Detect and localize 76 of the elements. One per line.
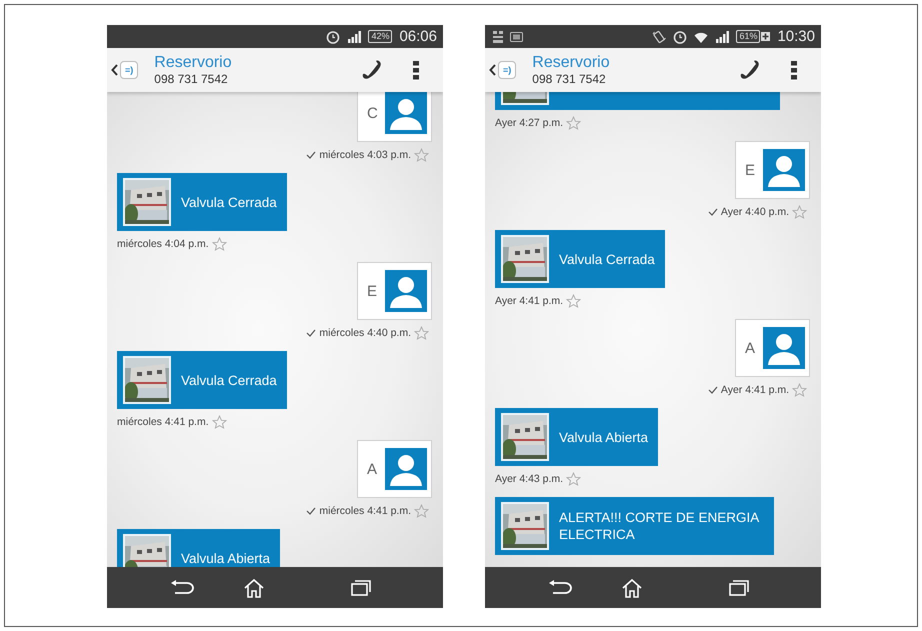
message-time: Ayer 4:41 p.m. xyxy=(495,295,564,307)
back-caret-icon[interactable] xyxy=(489,64,496,76)
contact-card[interactable]: C xyxy=(357,92,432,142)
message-bubble[interactable]: Valvula Abierta xyxy=(495,408,658,466)
contact-card[interactable]: A xyxy=(735,319,810,377)
contact-name: Reservorio xyxy=(154,54,233,72)
clock-time: 10:30 xyxy=(777,28,815,45)
message-bubble[interactable]: ALERTA!!! CORTE DE ENERGIA ELECTRICA xyxy=(495,497,774,555)
star-icon[interactable] xyxy=(792,383,807,397)
message-time: miércoles 4:41 p.m. xyxy=(319,505,411,517)
message-bubble[interactable]: Valvula Cerrada xyxy=(495,230,665,288)
phone-icon[interactable] xyxy=(739,60,761,80)
back-icon[interactable] xyxy=(169,580,195,596)
message-time: Ayer 4:43 p.m. xyxy=(495,473,564,485)
alarm-clock-icon xyxy=(326,30,340,44)
contact-initial: A xyxy=(367,460,378,478)
avatar-icon xyxy=(385,448,427,490)
keypad-icon xyxy=(493,30,503,42)
avatar-icon xyxy=(763,327,805,369)
signal-icon xyxy=(347,30,362,42)
alarm-clock-icon xyxy=(673,30,688,44)
contact-number: 098 731 7542 xyxy=(154,72,229,86)
clock-time: 06:06 xyxy=(399,28,437,45)
contact-number: 098 731 7542 xyxy=(532,72,607,86)
phone-icon[interactable] xyxy=(361,60,383,80)
contact-initial: C xyxy=(367,104,378,122)
back-caret-icon[interactable] xyxy=(111,64,118,76)
contact-card[interactable]: E xyxy=(735,141,810,199)
contact-initial: E xyxy=(745,162,756,178)
star-icon[interactable] xyxy=(414,504,429,518)
recent-apps-icon[interactable] xyxy=(351,580,371,596)
message-text: ALERTA!!! CORTE DE ENERGIA ELECTRICA xyxy=(559,509,760,543)
menu-icon[interactable] xyxy=(791,60,797,80)
vibrate-icon xyxy=(652,30,666,44)
message-text: Valvula Cerrada xyxy=(181,194,277,210)
home-icon[interactable] xyxy=(243,578,265,598)
message-time: Ayer 4:40 p.m. xyxy=(720,206,789,218)
avatar-icon xyxy=(763,149,805,191)
message-bubble[interactable]: Valvula Abierta xyxy=(117,529,280,567)
contact-initial: E xyxy=(367,282,378,300)
contact-name: Reservorio xyxy=(532,54,611,72)
battery-level: 42% xyxy=(368,30,392,43)
message-text: Valvula Cerrada xyxy=(559,250,655,268)
star-icon[interactable] xyxy=(566,294,582,308)
message-text: Valvula Cerrada xyxy=(181,372,277,388)
signal-icon xyxy=(715,30,730,42)
message-text: Valvula Abierta xyxy=(559,428,648,446)
star-icon[interactable] xyxy=(212,237,227,251)
battery-level: 61% xyxy=(736,30,760,43)
message-time: miércoles 4:04 p.m. xyxy=(117,238,209,250)
star-icon[interactable] xyxy=(792,205,807,219)
contact-initial: A xyxy=(745,340,756,356)
wifi-icon xyxy=(694,30,708,42)
message-time: Ayer 4:27 p.m. xyxy=(495,117,564,129)
app-logo[interactable]: =) xyxy=(120,61,138,79)
star-icon[interactable] xyxy=(212,415,227,429)
avatar-icon xyxy=(385,270,427,312)
message-text: Valvula Abierta xyxy=(181,550,270,566)
star-icon[interactable] xyxy=(566,472,582,486)
contact-card[interactable]: E xyxy=(357,262,432,320)
message-bubble[interactable]: Valvula Cerrada xyxy=(117,351,287,409)
back-icon[interactable] xyxy=(547,580,573,596)
recent-apps-icon[interactable] xyxy=(729,580,749,596)
message-time: miércoles 4:40 p.m. xyxy=(319,327,411,339)
contact-card[interactable]: A xyxy=(357,440,432,498)
app-logo[interactable]: =) xyxy=(498,61,516,79)
star-icon[interactable] xyxy=(414,326,429,340)
message-time: Ayer 4:41 p.m. xyxy=(720,384,789,396)
message-bubble[interactable]: Valvula Cerrada xyxy=(117,173,287,231)
tablet-icon xyxy=(510,32,523,42)
message-time: miércoles 4:41 p.m. xyxy=(117,416,209,428)
home-icon[interactable] xyxy=(621,578,643,598)
star-icon[interactable] xyxy=(414,148,429,162)
message-time: miércoles 4:03 p.m. xyxy=(319,149,411,161)
menu-icon[interactable] xyxy=(413,60,419,80)
star-icon[interactable] xyxy=(566,116,582,130)
